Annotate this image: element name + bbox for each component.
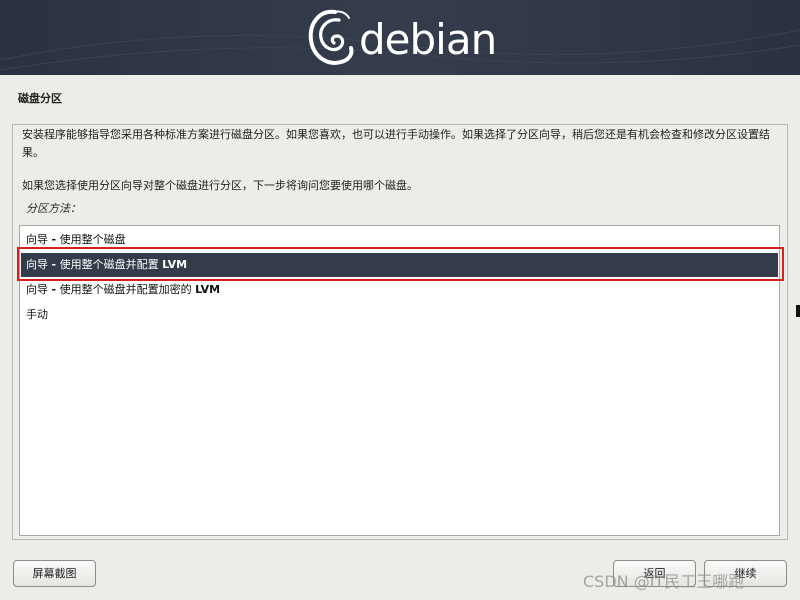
list-item-guided-lvm[interactable]: 向导 - 使用整个磁盘并配置 LVM xyxy=(21,253,778,277)
header-banner: debian xyxy=(0,0,800,75)
continue-button[interactable]: 继续 xyxy=(704,560,787,587)
option-prefix: 手动 xyxy=(26,308,48,321)
option-prefix: 向导 xyxy=(26,258,52,271)
description-text-2: 如果您选择使用分区向导对整个磁盘进行分区，下一步将询问您要使用哪个磁盘。 xyxy=(22,179,418,192)
list-item-manual[interactable]: 手动 xyxy=(21,303,778,327)
option-prefix: 向导 xyxy=(26,283,52,296)
screenshot-button[interactable]: 屏幕截图 xyxy=(13,560,96,587)
partition-method-list[interactable]: 向导 - 使用整个磁盘 向导 - 使用整个磁盘并配置 LVM 向导 - 使用整个… xyxy=(19,225,780,536)
title-bar xyxy=(0,75,800,117)
list-item-guided-encrypted-lvm[interactable]: 向导 - 使用整个磁盘并配置加密的 LVM xyxy=(21,278,778,302)
edge-mark xyxy=(796,305,800,317)
option-text: 使用整个磁盘并配置 xyxy=(56,258,163,271)
debian-logo: debian xyxy=(305,6,497,70)
option-suffix: LVM xyxy=(162,258,188,271)
option-text: 使用整个磁盘并配置加密的 xyxy=(56,283,196,296)
option-text: 使用整个磁盘 xyxy=(56,233,126,246)
list-item-guided-entire-disk[interactable]: 向导 - 使用整个磁盘 xyxy=(21,228,778,252)
back-button[interactable]: 返回 xyxy=(613,560,696,587)
debian-swirl-icon xyxy=(308,9,354,65)
partition-method-label: 分区方法： xyxy=(26,202,81,215)
description-text: 安装程序能够指导您采用各种标准方案进行磁盘分区。如果您喜欢，也可以进行手动操作。… xyxy=(22,128,770,159)
option-prefix: 向导 xyxy=(26,233,52,246)
option-suffix: LVM xyxy=(195,283,221,296)
page-title: 磁盘分区 xyxy=(18,92,62,105)
logo-text: debian xyxy=(359,14,497,64)
